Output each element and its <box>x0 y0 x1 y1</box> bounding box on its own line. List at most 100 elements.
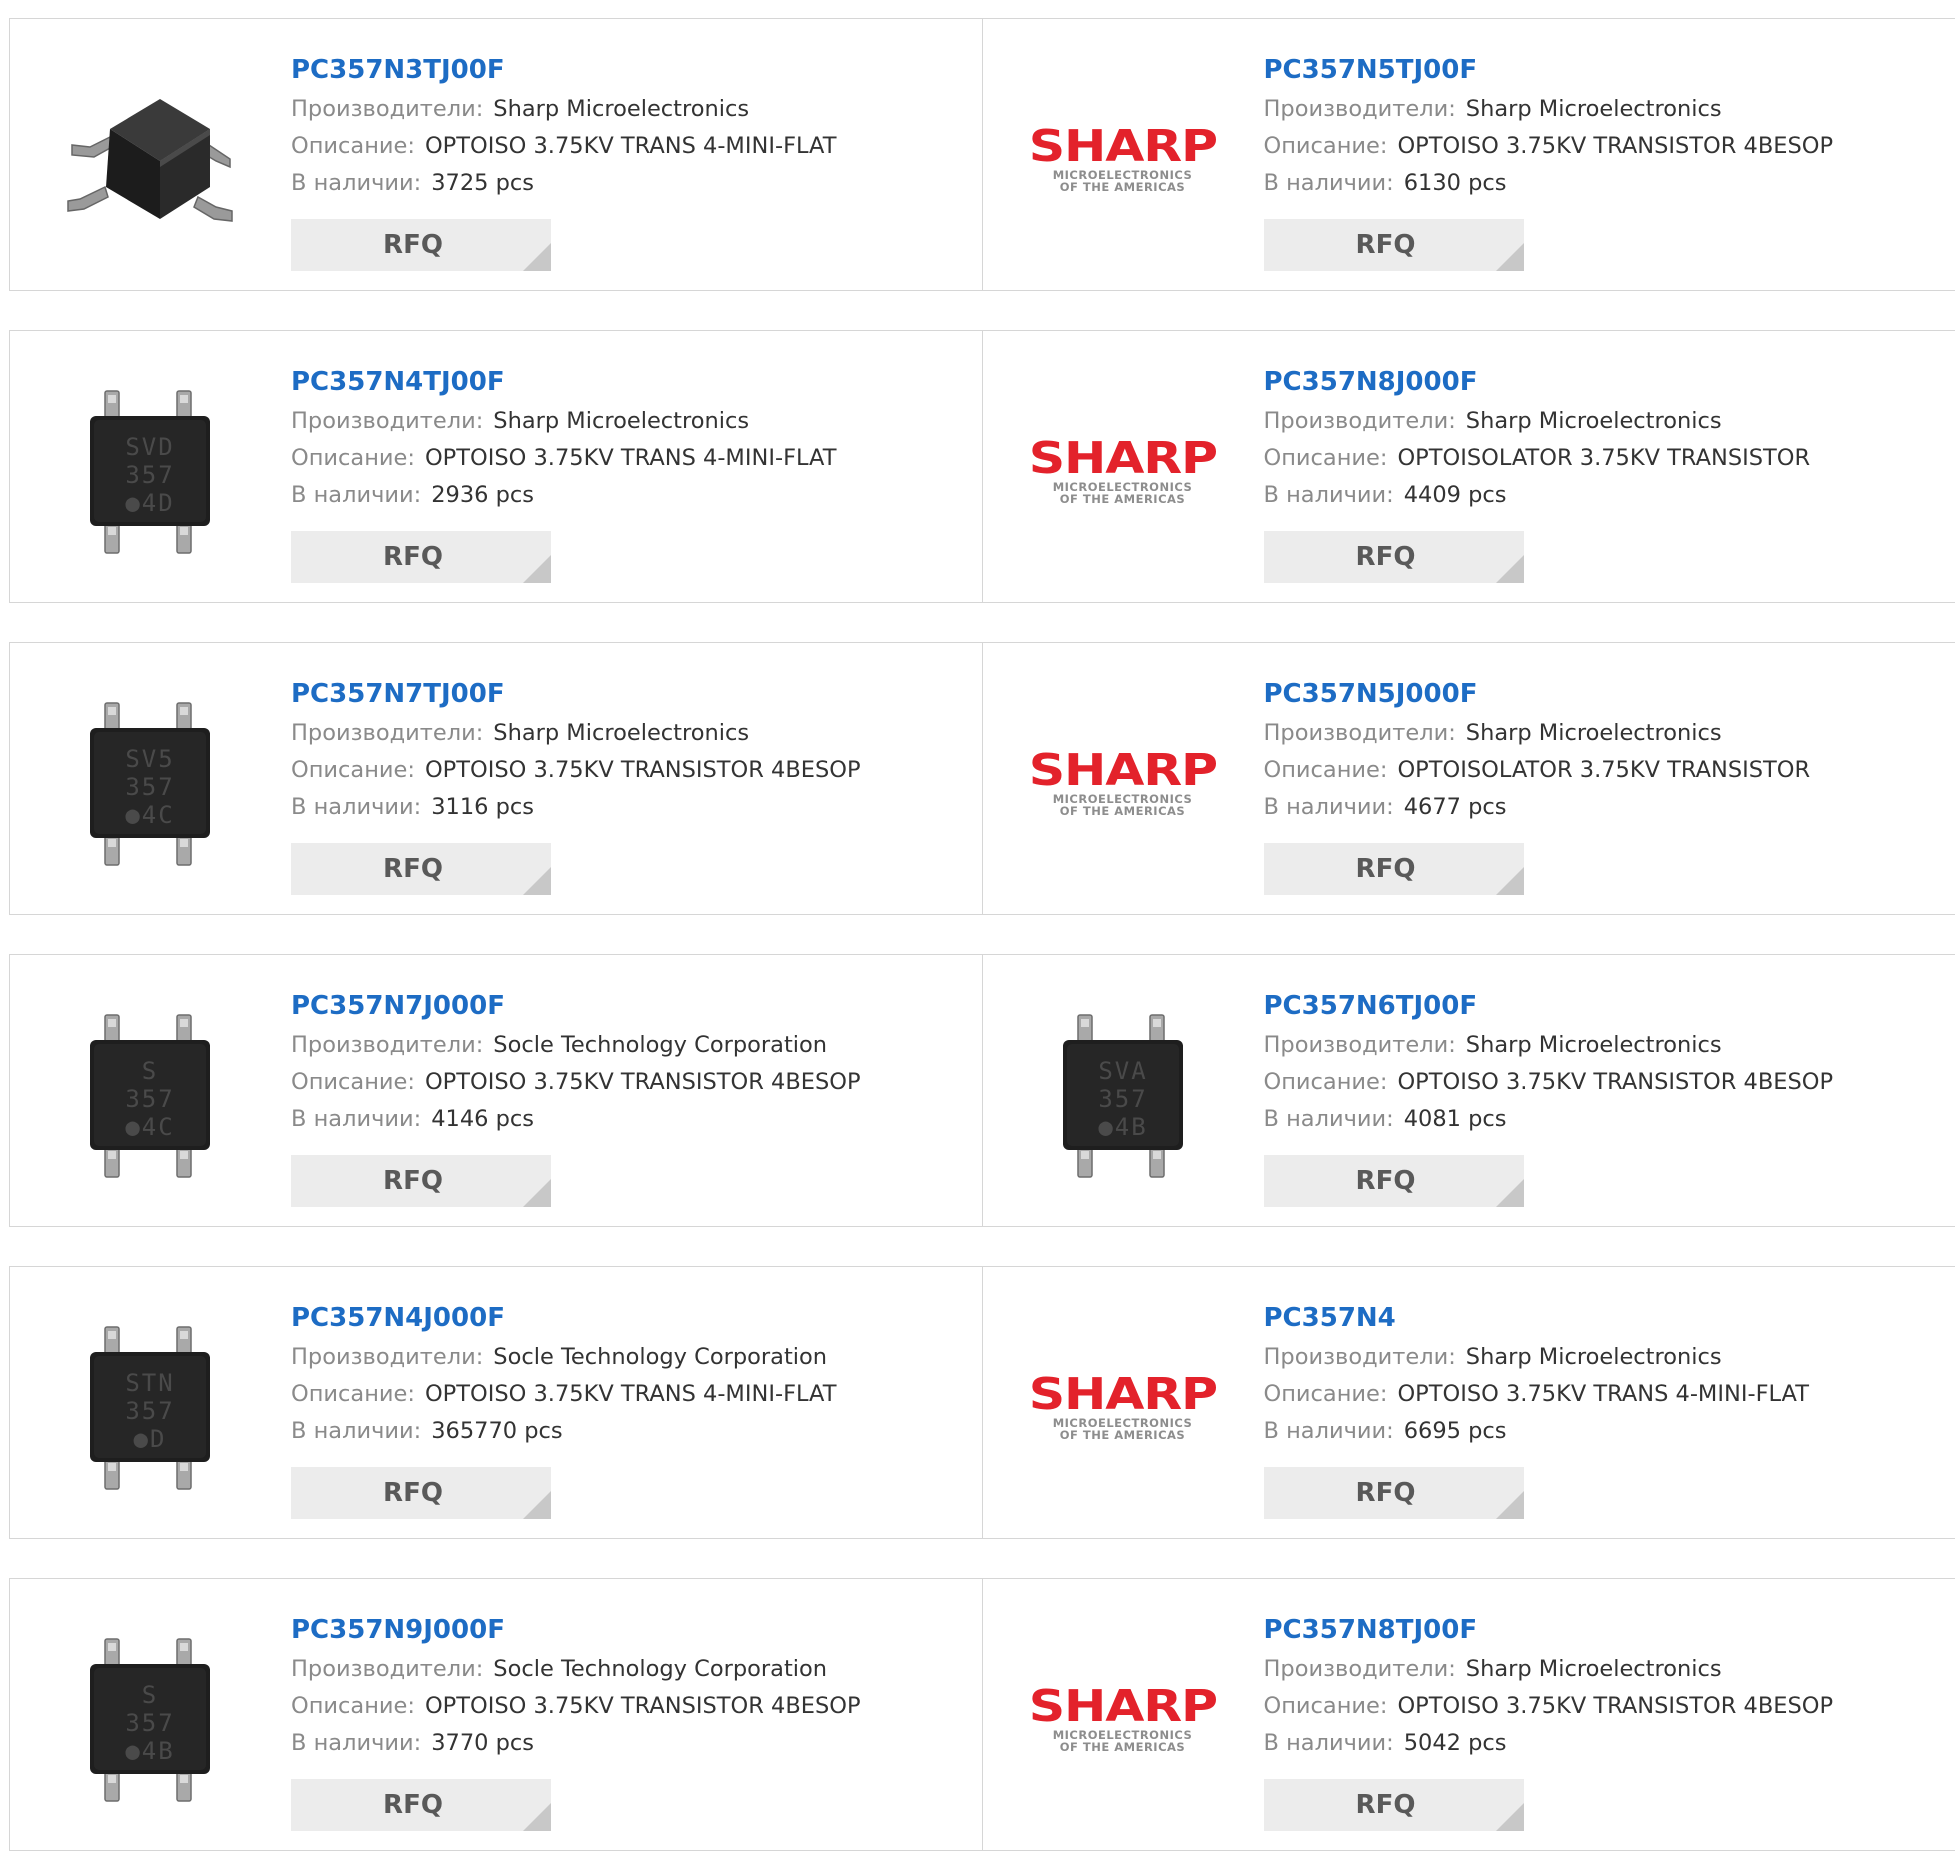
sharp-logo-word: SHARP <box>1028 1685 1216 1729</box>
sharp-logo: SHARPMICROELECTRONICSOF THE AMERICAS <box>1023 437 1223 505</box>
chip-marking-text: SVD <box>125 433 174 461</box>
description-label: Описание: <box>1264 1693 1388 1719</box>
chip-marking-text: S <box>142 1681 158 1709</box>
manufacturer-label: Производители: <box>291 720 483 746</box>
chip-marking-text: 357 <box>125 1397 174 1425</box>
product-image[interactable]: SHARPMICROELECTRONICSOF THE AMERICAS <box>1023 1307 1223 1507</box>
sharp-logo: SHARPMICROELECTRONICSOF THE AMERICAS <box>1023 749 1223 817</box>
stock-label: В наличии: <box>291 482 421 508</box>
product-image[interactable]: SVA357●4B <box>1023 995 1223 1195</box>
product-part-link[interactable]: PC357N8J000F <box>1264 361 1946 403</box>
product-image[interactable]: SHARPMICROELECTRONICSOF THE AMERICAS <box>1023 371 1223 571</box>
product-part-link[interactable]: PC357N4 <box>1264 1297 1946 1339</box>
rfq-button[interactable]: RFQ <box>1264 1779 1524 1831</box>
manufacturer-row: Производители:Sharp Microelectronics <box>1264 1339 1946 1376</box>
stock-value: 6130 pcs <box>1404 170 1507 196</box>
chip-top-icon: S357●4B <box>50 1619 250 1819</box>
product-info: PC357N5J000F Производители:Sharp Microel… <box>1264 673 1946 826</box>
product-image[interactable]: SHARPMICROELECTRONICSOF THE AMERICAS <box>1023 1619 1223 1819</box>
rfq-label: RFQ <box>1356 219 1416 271</box>
corner-triangle-icon <box>1496 243 1524 271</box>
product-row: PC357N3TJ00F Производители:Sharp Microel… <box>9 18 1955 291</box>
product-part-link[interactable]: PC357N9J000F <box>291 1609 972 1651</box>
product-part-link[interactable]: PC357N8TJ00F <box>1264 1609 1946 1651</box>
product-info: PC357N4 Производители:Sharp Microelectro… <box>1264 1297 1946 1450</box>
sharp-logo-subtitle: OF THE AMERICAS <box>1023 1741 1223 1753</box>
description-value: OPTOISOLATOR 3.75KV TRANSISTOR <box>1397 757 1810 783</box>
product-image[interactable]: SHARPMICROELECTRONICSOF THE AMERICAS <box>1023 59 1223 259</box>
product-card: SVD357●4D PC357N4TJ00F Производители:Sha… <box>10 331 983 602</box>
manufacturer-value: Sharp Microelectronics <box>1466 1344 1722 1370</box>
rfq-label: RFQ <box>383 219 443 271</box>
chip-marking-text: STN <box>125 1369 174 1397</box>
description-row: Описание:OPTOISO 3.75KV TRANSISTOR 4BESO… <box>1264 1064 1946 1101</box>
rfq-button[interactable]: RFQ <box>291 843 551 895</box>
product-part-link[interactable]: PC357N7TJ00F <box>291 673 972 715</box>
chip-top-icon: SVA357●4B <box>1023 995 1223 1195</box>
product-image[interactable]: S357●4C <box>50 995 250 1195</box>
product-part-link[interactable]: PC357N7J000F <box>291 985 972 1027</box>
description-value: OPTOISO 3.75KV TRANS 4-MINI-FLAT <box>425 133 836 159</box>
product-image[interactable]: S357●4B <box>50 1619 250 1819</box>
stock-label: В наличии: <box>291 1730 421 1756</box>
product-image[interactable]: SHARPMICROELECTRONICSOF THE AMERICAS <box>1023 683 1223 883</box>
rfq-button[interactable]: RFQ <box>291 1155 551 1207</box>
manufacturer-row: Производители:Sharp Microelectronics <box>1264 715 1946 752</box>
rfq-label: RFQ <box>383 1779 443 1831</box>
sharp-logo: SHARPMICROELECTRONICSOF THE AMERICAS <box>1023 1685 1223 1753</box>
manufacturer-row: Производители:Socle Technology Corporati… <box>291 1027 972 1064</box>
rfq-button[interactable]: RFQ <box>291 1779 551 1831</box>
rfq-button[interactable]: RFQ <box>1264 843 1524 895</box>
product-image[interactable] <box>50 59 250 259</box>
sharp-logo-word: SHARP <box>1028 125 1216 169</box>
corner-triangle-icon <box>523 1491 551 1519</box>
description-row: Описание:OPTOISO 3.75KV TRANS 4-MINI-FLA… <box>1264 1376 1946 1413</box>
manufacturer-value: Sharp Microelectronics <box>493 720 749 746</box>
chip-marking-text: ●4C <box>125 1113 174 1141</box>
rfq-button[interactable]: RFQ <box>291 1467 551 1519</box>
product-info: PC357N8TJ00F Производители:Sharp Microel… <box>1264 1609 1946 1762</box>
stock-value: 3116 pcs <box>431 794 534 820</box>
product-image[interactable]: SVD357●4D <box>50 371 250 571</box>
corner-triangle-icon <box>523 867 551 895</box>
sharp-logo-word: SHARP <box>1028 437 1216 481</box>
description-value: OPTOISO 3.75KV TRANS 4-MINI-FLAT <box>425 1381 836 1407</box>
product-info: PC357N4J000F Производители:Socle Technol… <box>291 1297 972 1450</box>
stock-value: 5042 pcs <box>1404 1730 1507 1756</box>
product-part-link[interactable]: PC357N5J000F <box>1264 673 1946 715</box>
product-part-link[interactable]: PC357N4TJ00F <box>291 361 972 403</box>
stock-row: В наличии:6695 pcs <box>1264 1413 1946 1450</box>
description-label: Описание: <box>1264 1381 1388 1407</box>
manufacturer-value: Socle Technology Corporation <box>493 1032 827 1058</box>
rfq-label: RFQ <box>1356 1779 1416 1831</box>
product-part-link[interactable]: PC357N4J000F <box>291 1297 972 1339</box>
rfq-button[interactable]: RFQ <box>1264 1155 1524 1207</box>
corner-triangle-icon <box>523 555 551 583</box>
product-part-link[interactable]: PC357N3TJ00F <box>291 49 972 91</box>
rfq-button[interactable]: RFQ <box>1264 531 1524 583</box>
rfq-label: RFQ <box>383 843 443 895</box>
product-image[interactable]: SV5357●4C <box>50 683 250 883</box>
rfq-button[interactable]: RFQ <box>291 219 551 271</box>
stock-label: В наличии: <box>1264 482 1394 508</box>
product-image[interactable]: STN357●D <box>50 1307 250 1507</box>
sharp-logo-subtitle: OF THE AMERICAS <box>1023 805 1223 817</box>
manufacturer-label: Производители: <box>1264 408 1456 434</box>
manufacturer-label: Производители: <box>291 1344 483 1370</box>
chip-marking-text: 357 <box>125 1085 174 1113</box>
corner-triangle-icon <box>523 243 551 271</box>
stock-row: В наличии:3725 pcs <box>291 165 972 202</box>
product-part-link[interactable]: PC357N6TJ00F <box>1264 985 1946 1027</box>
product-row: S357●4B PC357N9J000F Производители:Socle… <box>9 1578 1955 1851</box>
product-part-link[interactable]: PC357N5TJ00F <box>1264 49 1946 91</box>
manufacturer-row: Производители:Sharp Microelectronics <box>1264 1027 1946 1064</box>
rfq-label: RFQ <box>383 531 443 583</box>
manufacturer-row: Производители:Sharp Microelectronics <box>1264 1651 1946 1688</box>
stock-value: 365770 pcs <box>431 1418 562 1444</box>
rfq-label: RFQ <box>1356 843 1416 895</box>
rfq-button[interactable]: RFQ <box>291 531 551 583</box>
manufacturer-row: Производители:Sharp Microelectronics <box>1264 403 1946 440</box>
manufacturer-row: Производители: Sharp Microelectronics <box>291 715 972 752</box>
rfq-button[interactable]: RFQ <box>1264 219 1524 271</box>
rfq-button[interactable]: RFQ <box>1264 1467 1524 1519</box>
